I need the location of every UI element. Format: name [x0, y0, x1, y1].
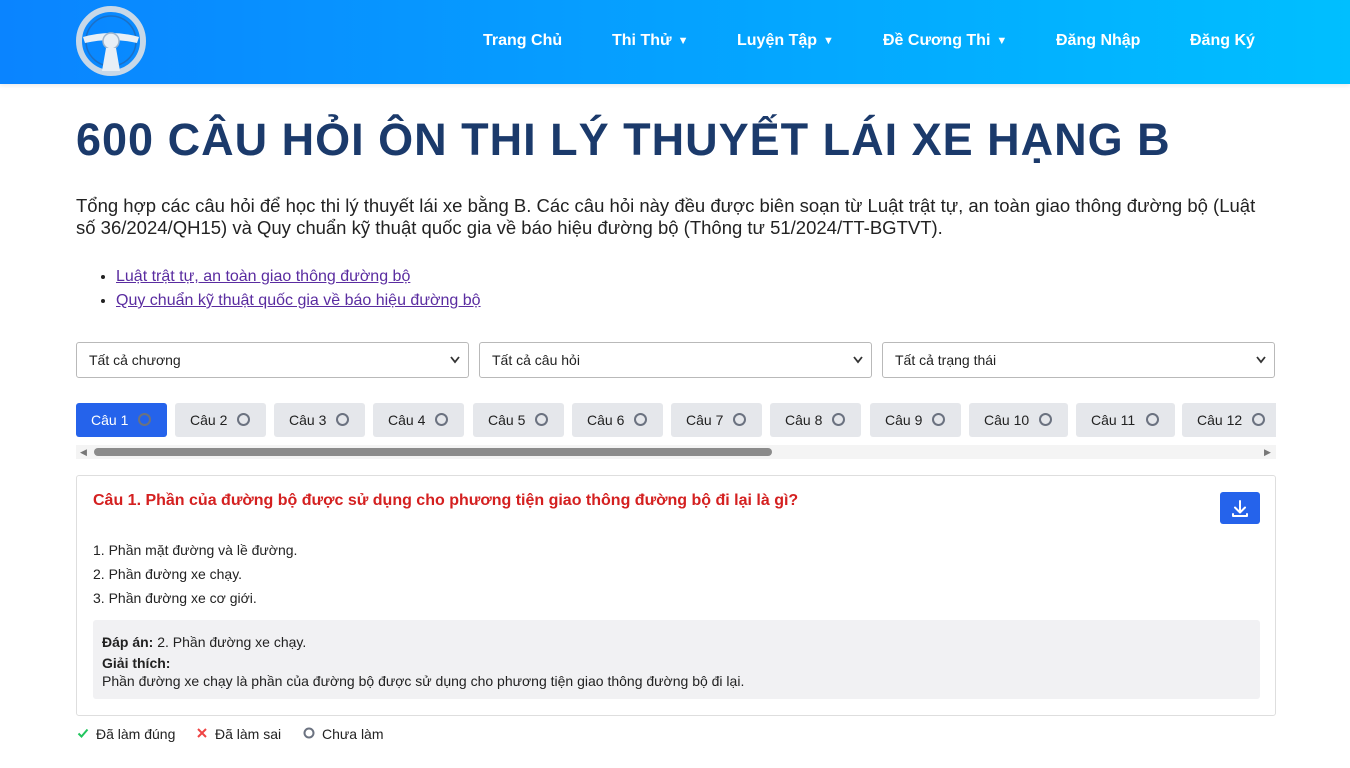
tab-question-2[interactable]: Câu 2: [175, 403, 266, 437]
question-tabs: Câu 1 Câu 2 Câu 3 Câu 4 Câu 5 Câu 6 Câu …: [76, 403, 1276, 437]
status-circle-icon: [1039, 413, 1052, 426]
tabs-scrollbar[interactable]: ◀ ▶: [76, 445, 1276, 459]
intro-text: Tổng hợp các câu hỏi để học thi lý thuyế…: [76, 195, 1256, 238]
signage-standard-link[interactable]: Quy chuẩn kỹ thuật quốc gia về báo hiệu …: [116, 292, 481, 309]
tab-question-12[interactable]: Câu 12: [1182, 403, 1276, 437]
explanation-label: Giải thích:: [102, 655, 171, 671]
status-circle-icon: [535, 413, 548, 426]
chevron-down-icon: ▼: [677, 35, 689, 47]
tab-question-7[interactable]: Câu 7: [671, 403, 762, 437]
question-title: Câu 1. Phần của đường bộ được sử dụng ch…: [93, 492, 799, 509]
tab-question-11[interactable]: Câu 11: [1076, 403, 1175, 437]
status-circle-icon: [138, 413, 151, 426]
legend-correct: Đã làm đúng: [76, 724, 175, 744]
option-2[interactable]: 2. Phần đường xe chạy.: [93, 562, 297, 586]
answer-explanation-box: Đáp án: 2. Phần đường xe chạy. Giải thíc…: [93, 620, 1260, 699]
chevron-down-icon: ▼: [823, 35, 834, 47]
explanation-text: Phần đường xe chạy là phần của đường bộ …: [102, 673, 745, 689]
nav-syllabus[interactable]: Đề Cương Thi ▼: [883, 31, 1007, 52]
chapter-select[interactable]: Tất cả chương: [76, 342, 469, 378]
download-button[interactable]: [1220, 492, 1260, 524]
answer-options: 1. Phần mặt đường và lề đường. 2. Phần đ…: [93, 538, 297, 610]
answer-label: Đáp án:: [102, 634, 154, 650]
scrollbar-thumb[interactable]: [94, 448, 772, 456]
reference-links: Luật trật tự, an toàn giao thông đường b…: [96, 265, 481, 313]
cross-icon: [195, 724, 209, 744]
nav-home[interactable]: Trang Chủ: [483, 31, 562, 51]
chevron-down-icon: [853, 343, 863, 391]
option-3[interactable]: 3. Phần đường xe cơ giới.: [93, 586, 297, 610]
option-1[interactable]: 1. Phần mặt đường và lề đường.: [93, 538, 297, 562]
chevron-down-icon: ▼: [996, 35, 1008, 47]
nav-register[interactable]: Đăng Ký: [1190, 31, 1255, 51]
status-circle-icon: [1252, 413, 1265, 426]
status-circle-icon: [237, 413, 250, 426]
tab-question-9[interactable]: Câu 9: [870, 403, 961, 437]
scroll-right-icon[interactable]: ▶: [1264, 445, 1271, 459]
tab-question-4[interactable]: Câu 4: [373, 403, 464, 437]
status-select[interactable]: Tất cả trạng thái: [882, 342, 1275, 378]
scroll-left-icon[interactable]: ◀: [80, 445, 87, 459]
page-title: 600 CÂU HỎI ÔN THI LÝ THUYẾT LÁI XE HẠNG…: [76, 114, 1171, 165]
download-icon: [1232, 500, 1248, 517]
status-circle-icon: [634, 413, 647, 426]
traffic-law-link[interactable]: Luật trật tự, an toàn giao thông đường b…: [116, 268, 410, 285]
steering-wheel-icon[interactable]: [75, 5, 147, 77]
status-circle-icon: [336, 413, 349, 426]
question-select[interactable]: Tất cả câu hỏi: [479, 342, 872, 378]
top-navbar: Trang Chủ Thi Thử ▼ Luyện Tập ▼ Đề Cương T…: [0, 0, 1350, 84]
status-circle-icon: [435, 413, 448, 426]
answer-value: 2. Phần đường xe chạy.: [157, 634, 307, 650]
tab-question-1[interactable]: Câu 1: [76, 403, 167, 437]
tab-question-5[interactable]: Câu 5: [473, 403, 564, 437]
status-circle-icon: [733, 413, 746, 426]
legend-pending: Chưa làm: [302, 724, 384, 744]
status-circle-icon: [1146, 413, 1159, 426]
nav-login[interactable]: Đăng Nhập: [1056, 31, 1140, 51]
list-item: Luật trật tự, an toàn giao thông đường b…: [116, 265, 481, 289]
status-circle-icon: [932, 413, 945, 426]
list-item: Quy chuẩn kỹ thuật quốc gia về báo hiệu …: [116, 289, 481, 313]
circle-icon: [302, 724, 316, 744]
tab-question-6[interactable]: Câu 6: [572, 403, 663, 437]
tab-question-3[interactable]: Câu 3: [274, 403, 365, 437]
nav-mock-test[interactable]: Thi Thử ▼: [612, 31, 688, 52]
status-circle-icon: [832, 413, 845, 426]
check-icon: [76, 724, 90, 744]
nav-practice[interactable]: Luyện Tập ▼: [737, 31, 834, 52]
tab-question-8[interactable]: Câu 8: [770, 403, 861, 437]
legend-wrong: Đã làm sai: [195, 724, 281, 744]
chevron-down-icon: [1256, 343, 1266, 391]
tab-question-10[interactable]: Câu 10: [969, 403, 1068, 437]
chevron-down-icon: [450, 343, 460, 391]
question-card: Câu 1. Phần của đường bộ được sử dụng ch…: [76, 475, 1276, 716]
